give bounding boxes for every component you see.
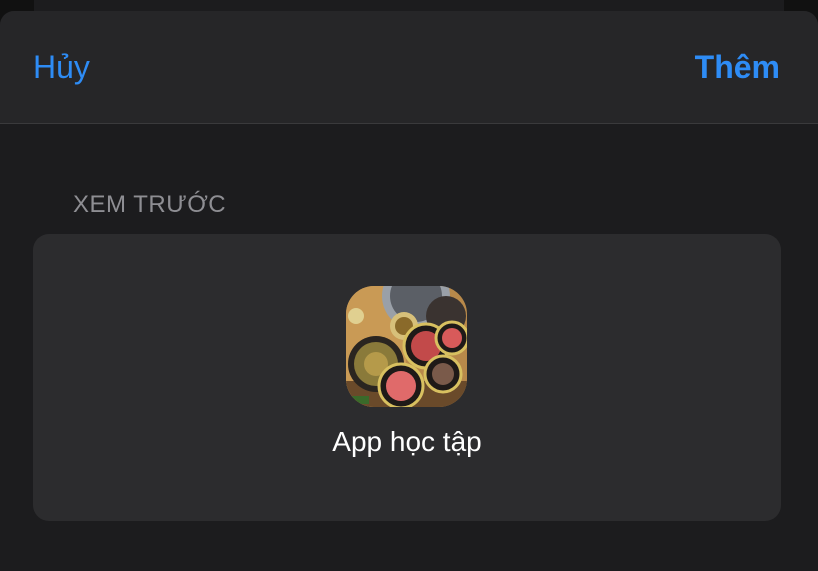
cancel-button[interactable]: Hủy — [33, 49, 90, 85]
app-name-label: App học tập — [332, 426, 482, 457]
add-button[interactable]: Thêm — [695, 49, 780, 85]
preview-card: App học tập — [33, 234, 781, 521]
navigation-bar: Hủy Thêm — [0, 11, 818, 124]
app-icon-image[interactable] — [346, 286, 467, 407]
section-header-preview: XEM TRƯỚC — [73, 191, 227, 218]
food-photo-icon — [346, 286, 467, 407]
add-to-home-sheet: Hủy Thêm XEM TRƯỚC App học tập — [0, 11, 818, 571]
